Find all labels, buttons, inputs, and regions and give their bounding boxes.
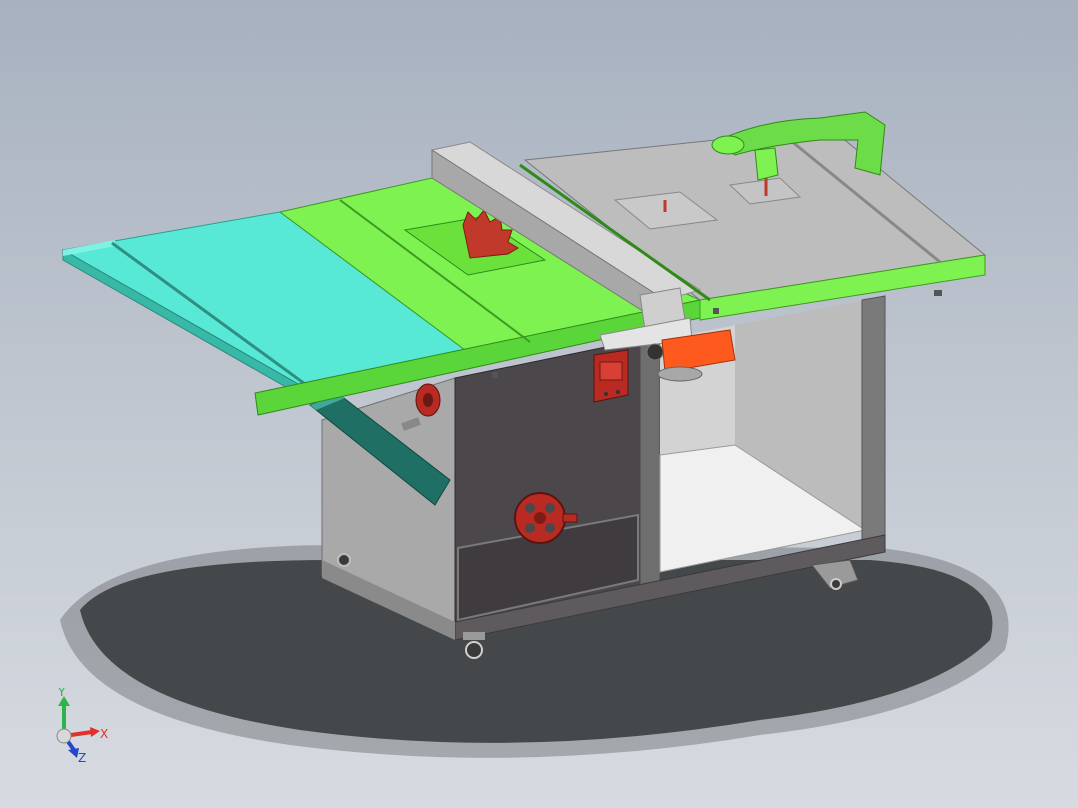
coordinate-triad[interactable]: Y X Z xyxy=(44,688,124,768)
x-axis-arrow xyxy=(90,727,100,737)
power-switch-box[interactable] xyxy=(593,349,629,403)
cad-viewport[interactable]: Y X Z xyxy=(0,0,1078,808)
z-axis-label: Z xyxy=(78,751,86,765)
y-axis-label: Y xyxy=(57,688,66,699)
table-bracket-3 xyxy=(934,290,942,296)
triad-origin xyxy=(56,728,72,744)
caster-back-left xyxy=(337,553,351,567)
frame-post-front xyxy=(639,335,661,589)
table-bracket-2 xyxy=(713,308,719,314)
frame-right-post xyxy=(861,295,886,551)
table-bracket-1 xyxy=(492,372,498,378)
x-axis-label: X xyxy=(100,727,108,741)
table-saw-model[interactable] xyxy=(0,0,1078,808)
router-motor-base xyxy=(657,366,703,382)
